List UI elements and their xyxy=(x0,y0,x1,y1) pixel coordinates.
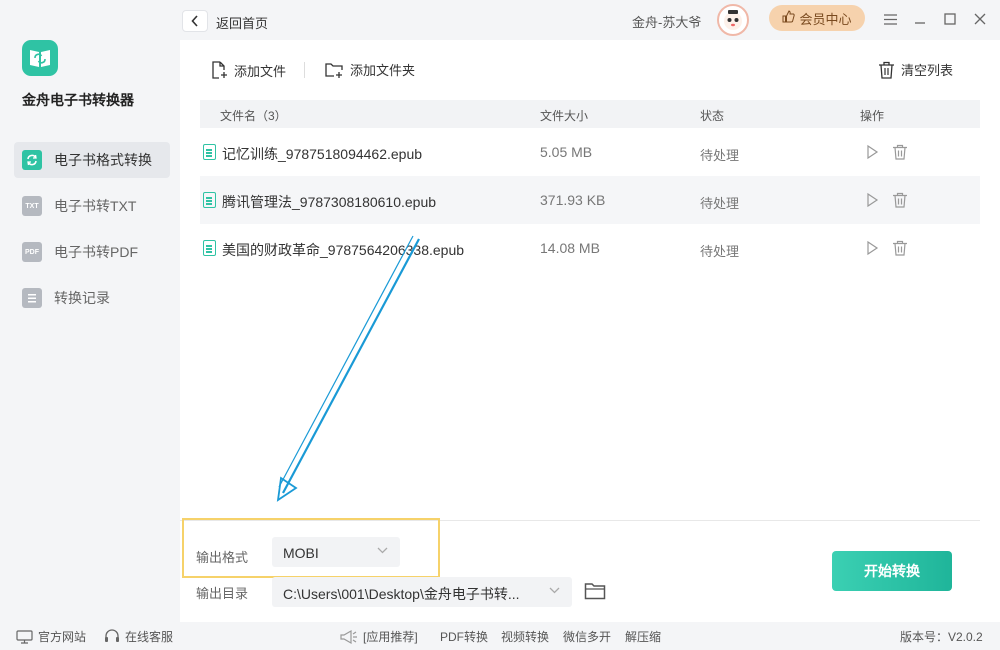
delete-icon[interactable] xyxy=(892,240,908,256)
topbar: 返回首页 金舟-苏大爷 会员中心 xyxy=(180,0,1000,40)
file-icon xyxy=(203,240,216,256)
megaphone-icon xyxy=(340,629,357,644)
folder-icon[interactable] xyxy=(584,581,606,601)
website-link[interactable]: 官方网站 xyxy=(16,628,86,645)
main-panel: 添加文件 添加文件夹 清空列表 文件名（3） 文件大小 状态 操作 记忆训练_9… xyxy=(180,40,1000,622)
trash-icon xyxy=(879,61,894,79)
column-header-size: 文件大小 xyxy=(540,109,589,123)
sidebar-nav: 电子书格式转换 TXT 电子书转TXT PDF 电子书转PDF 转换记录 xyxy=(14,142,170,326)
file-size: 5.05 MB xyxy=(540,144,593,160)
clear-list-label: 清空列表 xyxy=(901,63,954,78)
minimize-icon[interactable] xyxy=(911,10,929,28)
pdf-convert-link[interactable]: PDF转换 xyxy=(440,628,488,645)
thumb-up-icon xyxy=(782,10,796,26)
app-recommend-link[interactable]: [应用推荐] xyxy=(338,628,418,645)
record-icon xyxy=(22,288,42,308)
file-size: 371.93 KB xyxy=(540,192,606,208)
file-icon xyxy=(203,144,216,160)
output-dir-value: C:\Users\001\Desktop\金舟电子书转... xyxy=(283,586,520,602)
sidebar-item-label: 转换记录 xyxy=(54,290,110,306)
output-dir-label: 输出目录 xyxy=(196,586,249,601)
txt-icon: TXT xyxy=(22,196,42,216)
wechat-multi-link[interactable]: 微信多开 xyxy=(563,628,611,645)
column-header-name: 文件名（3） xyxy=(220,109,287,123)
file-status: 待处理 xyxy=(700,244,740,259)
refresh-icon xyxy=(22,150,42,170)
sidebar-item-to-txt[interactable]: TXT 电子书转TXT xyxy=(14,188,170,224)
support-link[interactable]: 在线客服 xyxy=(104,628,173,645)
add-file-icon xyxy=(212,61,227,79)
back-home-link[interactable]: 返回首页 xyxy=(216,13,268,32)
file-name: 美国的财政革命_9787564206338.epub xyxy=(222,242,465,258)
app-name: 金舟电子书转换器 xyxy=(22,92,134,108)
play-icon[interactable] xyxy=(864,192,880,208)
sidebar-item-format-convert[interactable]: 电子书格式转换 xyxy=(14,142,170,178)
unzip-link[interactable]: 解压缩 xyxy=(625,628,661,645)
support-label: 在线客服 xyxy=(125,630,174,644)
file-name: 腾讯管理法_9787308180610.epub xyxy=(222,194,437,210)
add-file-button[interactable]: 添加文件 xyxy=(210,60,286,80)
column-header-actions: 操作 xyxy=(860,109,885,123)
app-recommend-label: [应用推荐] xyxy=(363,630,418,644)
avatar[interactable] xyxy=(717,4,749,36)
file-status: 待处理 xyxy=(700,196,740,211)
table-row[interactable]: 腾讯管理法_9787308180610.epub 371.93 KB 待处理 xyxy=(200,176,980,224)
app-logo-icon xyxy=(22,40,58,76)
add-folder-button[interactable]: 添加文件夹 xyxy=(324,60,415,79)
table-row[interactable]: 记忆训练_9787518094462.epub 5.05 MB 待处理 xyxy=(200,128,980,176)
vip-label: 会员中心 xyxy=(799,11,852,27)
sidebar: 金舟电子书转换器 电子书格式转换 TXT 电子书转TXT PDF 电子书转PDF xyxy=(0,0,180,622)
website-label: 官方网站 xyxy=(38,630,87,644)
file-size: 14.08 MB xyxy=(540,240,600,256)
footer: 官方网站 在线客服 [应用推荐] PDF转换 视频转换 微信多开 解压缩 版本号… xyxy=(0,622,1000,650)
output-format-label: 输出格式 xyxy=(196,550,249,565)
file-name: 记忆训练_9787518094462.epub xyxy=(222,146,423,162)
sidebar-item-label: 电子书转TXT xyxy=(54,198,137,214)
sidebar-item-label: 电子书格式转换 xyxy=(54,152,152,168)
table-header: 文件名（3） 文件大小 状态 操作 xyxy=(200,100,980,128)
file-icon xyxy=(203,192,216,208)
sidebar-item-to-pdf[interactable]: PDF 电子书转PDF xyxy=(14,234,170,270)
clear-list-button[interactable]: 清空列表 xyxy=(878,60,953,79)
chevron-left-icon xyxy=(191,15,198,27)
output-format-select[interactable]: MOBI xyxy=(272,537,400,567)
start-convert-button[interactable]: 开始转换 xyxy=(832,551,952,591)
vip-center-button[interactable]: 会员中心 xyxy=(769,5,865,31)
sidebar-item-records[interactable]: 转换记录 xyxy=(14,280,170,316)
close-icon[interactable] xyxy=(971,10,989,28)
pdf-icon: PDF xyxy=(22,242,42,262)
add-file-label: 添加文件 xyxy=(234,63,287,79)
video-convert-link[interactable]: 视频转换 xyxy=(501,628,549,645)
monitor-icon xyxy=(16,629,33,644)
file-status: 待处理 xyxy=(700,148,740,163)
play-icon[interactable] xyxy=(864,144,880,160)
column-header-status: 状态 xyxy=(700,109,725,123)
version-label: 版本号：V2.0.2 xyxy=(900,630,983,644)
sidebar-item-label: 电子书转PDF xyxy=(54,244,138,260)
table-row[interactable]: 美国的财政革命_9787564206338.epub 14.08 MB 待处理 xyxy=(200,224,980,272)
username[interactable]: 金舟-苏大爷 xyxy=(632,12,701,31)
output-format-value: MOBI xyxy=(283,545,319,561)
chevron-down-icon xyxy=(549,585,560,597)
divider xyxy=(180,520,980,521)
maximize-icon[interactable] xyxy=(941,10,959,28)
play-icon[interactable] xyxy=(864,240,880,256)
back-button[interactable] xyxy=(182,10,208,32)
headset-icon xyxy=(105,629,119,642)
add-folder-label: 添加文件夹 xyxy=(350,63,416,78)
menu-icon[interactable] xyxy=(881,10,899,28)
add-folder-icon xyxy=(325,62,343,78)
delete-icon[interactable] xyxy=(892,144,908,160)
output-dir-select[interactable]: C:\Users\001\Desktop\金舟电子书转... xyxy=(272,577,572,607)
delete-icon[interactable] xyxy=(892,192,908,208)
toolbar-divider xyxy=(304,62,305,78)
chevron-down-icon xyxy=(377,545,388,557)
